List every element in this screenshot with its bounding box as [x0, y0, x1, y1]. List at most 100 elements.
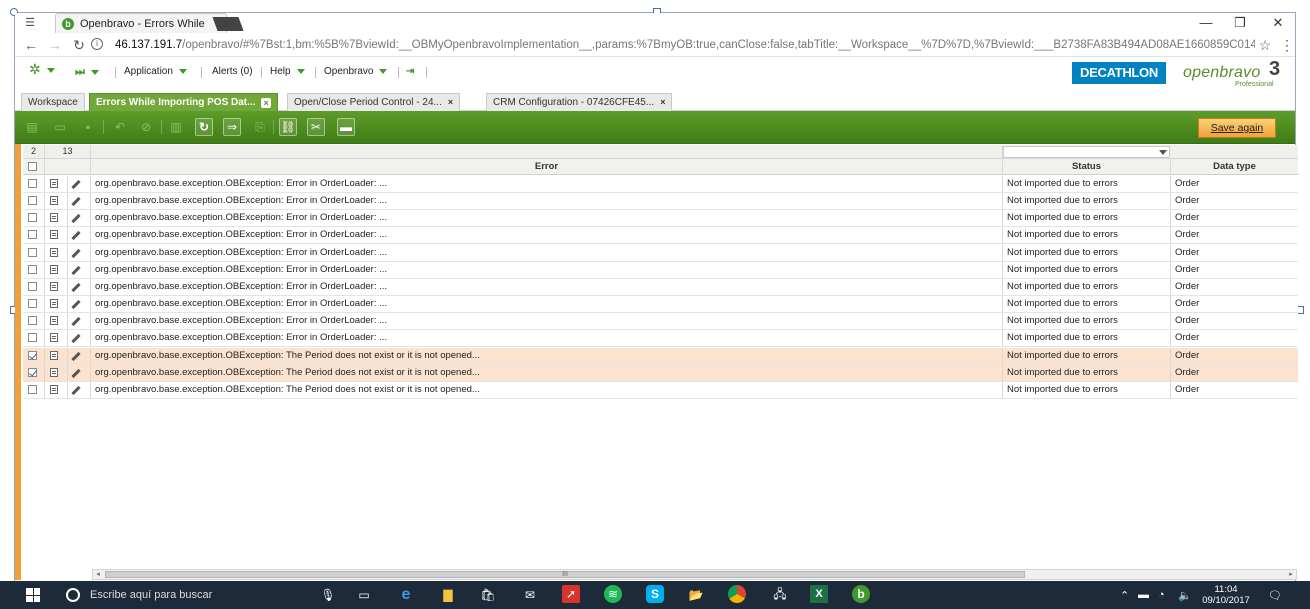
openbravo-taskbar-icon[interactable]: b [852, 585, 870, 603]
row-checkbox[interactable] [23, 364, 45, 381]
open-record-icon[interactable] [45, 193, 68, 210]
edit-pencil-icon[interactable] [68, 227, 91, 244]
file-explorer-icon[interactable]: ▇ [438, 585, 458, 605]
quick-create-icon[interactable]: ✲ [29, 62, 55, 76]
bookmark-star-icon[interactable]: ☆ [1257, 37, 1273, 53]
row-checkbox[interactable] [23, 227, 45, 244]
cancel-icon[interactable]: ⊘ [137, 118, 155, 136]
open-record-icon[interactable] [45, 278, 68, 295]
tools-icon[interactable]: ✂ [307, 118, 325, 136]
grid-view-icon[interactable]: ▬ [337, 118, 355, 136]
taskbar-search-field[interactable]: Escribe aquí para buscar [90, 589, 212, 601]
task-view-icon[interactable]: ▭ [354, 585, 374, 605]
scrollbar-thumb[interactable]: III [105, 571, 1025, 578]
store-icon[interactable]: 🛍 [478, 585, 498, 605]
open-record-icon[interactable] [45, 364, 68, 381]
chrome-icon[interactable] [728, 585, 746, 603]
table-row[interactable]: org.openbravo.base.exception.OBException… [23, 278, 1298, 296]
tab-open-close-period[interactable]: Open/Close Period Control - 24... × [287, 93, 461, 111]
edit-pencil-icon[interactable] [68, 278, 91, 295]
edit-pencil-icon[interactable] [68, 244, 91, 261]
close-tab-icon[interactable]: × [261, 97, 271, 108]
wifi-icon[interactable]: ◔ [1158, 589, 1165, 601]
url-field[interactable]: 46.137.191.7/openbravo/#%7Bst:1,bm:%5B%7… [115, 37, 1255, 53]
undo-icon[interactable]: ↶ [111, 118, 129, 136]
taskbar-clock[interactable]: 11:04 09/10/2017 [1196, 584, 1256, 608]
table-row[interactable]: org.openbravo.base.exception.OBException… [23, 364, 1298, 382]
select-all-checkbox[interactable] [23, 159, 45, 174]
row-checkbox[interactable] [23, 261, 45, 278]
tab-errors-while-importing[interactable]: Errors While Importing POS Dat... × [89, 93, 278, 111]
table-row[interactable]: org.openbravo.base.exception.OBException… [23, 210, 1298, 228]
error-filter[interactable] [91, 145, 1003, 158]
scroll-left-icon[interactable]: ◂ [93, 570, 103, 579]
delete-icon[interactable]: ▥ [167, 118, 185, 136]
windows-start-icon[interactable] [26, 588, 40, 602]
browser-menu-icon[interactable]: ⋮ [1279, 37, 1295, 53]
table-row[interactable]: org.openbravo.base.exception.OBException… [23, 261, 1298, 279]
status-filter-select[interactable] [1003, 146, 1170, 158]
row-checkbox[interactable] [23, 244, 45, 261]
row-checkbox[interactable] [23, 278, 45, 295]
search-icon[interactable] [62, 585, 84, 605]
minimize-button[interactable]: — [1191, 15, 1221, 31]
column-header-status[interactable]: Status [1003, 159, 1171, 174]
column-header-error[interactable]: Error [91, 159, 1003, 174]
open-record-icon[interactable] [45, 210, 68, 227]
edit-pencil-icon[interactable] [68, 330, 91, 347]
edit-pencil-icon[interactable] [68, 176, 91, 192]
edge-icon[interactable]: e [396, 585, 416, 605]
open-record-icon[interactable] [45, 227, 68, 244]
table-row[interactable]: org.openbravo.base.exception.OBException… [23, 176, 1298, 193]
open-record-icon[interactable] [45, 296, 68, 313]
table-row[interactable]: org.openbravo.base.exception.OBException… [23, 330, 1298, 348]
row-checkbox[interactable] [23, 313, 45, 330]
close-tab-icon[interactable]: × [660, 94, 665, 111]
alerts-link[interactable]: Alerts (0) [212, 65, 253, 79]
table-row[interactable]: org.openbravo.base.exception.OBException… [23, 347, 1298, 365]
table-row[interactable]: org.openbravo.base.exception.OBException… [23, 227, 1298, 245]
edit-pencil-icon[interactable] [68, 364, 91, 381]
edit-pencil-icon[interactable] [68, 296, 91, 313]
browser-tab[interactable]: b Openbravo - Errors While × [55, 13, 227, 33]
datatype-filter[interactable] [1171, 145, 1298, 158]
quick-launch-icon[interactable]: ⏭ [75, 65, 99, 79]
help-menu[interactable]: Help [270, 65, 305, 79]
logout-icon[interactable]: ⇥ [406, 65, 414, 79]
link-icon[interactable]: ⛓ [279, 118, 297, 136]
row-checkbox[interactable] [23, 176, 45, 192]
edit-pencil-icon[interactable] [68, 193, 91, 210]
info-icon[interactable]: i [91, 38, 103, 50]
open-record-icon[interactable] [45, 176, 68, 192]
open-record-icon[interactable] [45, 330, 68, 347]
edit-pencil-icon[interactable] [68, 210, 91, 227]
edit-pencil-icon[interactable] [68, 381, 91, 398]
open-record-icon[interactable] [45, 244, 68, 261]
edit-pencil-icon[interactable] [68, 347, 91, 364]
back-arrow-icon[interactable]: ← [23, 37, 39, 53]
save-icon[interactable]: ▪ [79, 118, 97, 136]
excel-icon[interactable]: X [810, 585, 828, 603]
tab-crm-configuration[interactable]: CRM Configuration - 07426CFE45... × [486, 93, 673, 111]
open-record-icon[interactable] [45, 313, 68, 330]
table-row[interactable]: org.openbravo.base.exception.OBException… [23, 381, 1298, 399]
open-record-icon[interactable] [45, 347, 68, 364]
close-window-button[interactable]: ✕ [1263, 15, 1293, 31]
skype-icon[interactable]: S [646, 585, 664, 603]
table-row[interactable]: org.openbravo.base.exception.OBException… [23, 244, 1298, 262]
new-tab-button[interactable] [212, 17, 244, 31]
folder-icon[interactable]: 📂 [686, 585, 706, 605]
network-app-icon[interactable]: 🖧 [770, 585, 790, 605]
open-record-icon[interactable] [45, 381, 68, 398]
save-again-button[interactable]: Save again [1198, 118, 1276, 138]
row-checkbox[interactable] [23, 381, 45, 398]
horizontal-scrollbar[interactable]: ◂ III ▸ [92, 569, 1297, 580]
edit-pencil-icon[interactable] [68, 261, 91, 278]
forward-arrow-icon[interactable]: → [47, 37, 63, 53]
tab-menu-icon[interactable]: ☰ [21, 15, 39, 31]
row-checkbox[interactable] [23, 193, 45, 210]
reload-icon[interactable]: ↻ [71, 37, 87, 53]
column-header-datatype[interactable]: Data type [1171, 159, 1298, 174]
restore-button[interactable]: ❐ [1225, 15, 1255, 31]
chevron-up-icon[interactable]: ⌃ [1120, 589, 1129, 602]
